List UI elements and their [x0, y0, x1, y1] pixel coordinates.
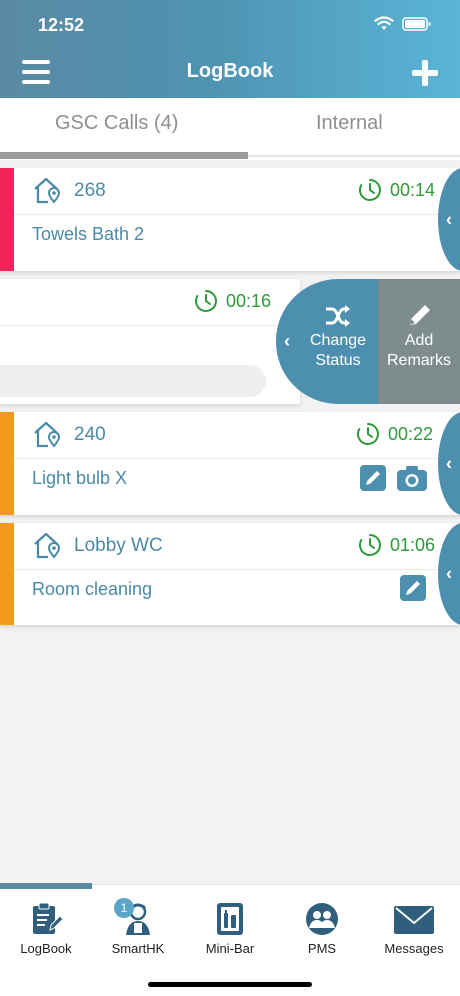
clock-icon	[358, 534, 381, 556]
shuffle-icon	[326, 305, 350, 327]
priority-stripe	[0, 523, 14, 625]
call-card[interactable]: 240 00:22 Light bulb X ‹	[0, 412, 460, 515]
elapsed-time: 00:16	[226, 291, 272, 311]
status-time: 12:52	[38, 15, 85, 35]
swipe-actions-panel: ‹ Change Status Add Remarks	[276, 279, 460, 404]
chevron-left-icon: ‹	[446, 453, 452, 473]
swipe-handle[interactable]: ‹	[438, 168, 460, 271]
tab-track	[248, 155, 460, 157]
elapsed-time: 00:14	[390, 180, 436, 200]
change-status-label: Change Status	[309, 332, 367, 369]
minibar-icon	[217, 903, 243, 935]
nav-item-logbook[interactable]: LogBook	[0, 901, 92, 956]
room-name: Lobby WC	[74, 535, 163, 556]
camera-icon[interactable]	[396, 464, 428, 492]
call-card-swiped[interactable]: 00:16 ‹ Change Status Add Remarks	[0, 279, 460, 404]
nav-item-messages[interactable]: Messages	[368, 901, 460, 956]
pencil-icon	[409, 305, 430, 325]
notification-badge: 1	[114, 898, 134, 918]
divider	[14, 458, 460, 459]
call-card[interactable]: 00:16	[0, 279, 300, 404]
room-number: 268	[74, 180, 106, 201]
house-location-icon	[34, 421, 61, 448]
nav-label: Messages	[384, 941, 444, 956]
chevron-left-icon[interactable]: ‹	[284, 331, 290, 352]
priority-stripe	[0, 412, 14, 515]
users-group-icon	[306, 903, 338, 935]
nav-item-smarthk[interactable]: 1 SmartHK	[92, 898, 184, 956]
clock-icon	[194, 290, 217, 312]
app-header: 12:52 LogBook	[0, 0, 460, 98]
nav-label: SmartHK	[111, 941, 165, 956]
elapsed-time: 00:22	[388, 424, 434, 444]
house-location-icon	[34, 532, 61, 559]
call-card[interactable]: Lobby WC 01:06 Room cleaning ‹	[0, 523, 460, 625]
add-remarks-button[interactable]: Add Remarks	[378, 279, 460, 404]
change-status-button[interactable]: Change Status	[298, 279, 378, 404]
tab-bar: GSC Calls (4) Internal	[0, 98, 460, 160]
call-card[interactable]: 268 00:14 Towels Bath 2 ‹	[0, 168, 460, 271]
nav-label: LogBook	[20, 941, 72, 956]
status-bar: 12:52	[0, 0, 460, 48]
nav-active-indicator	[0, 883, 92, 889]
divider	[0, 325, 300, 326]
pencil-icon	[406, 581, 420, 595]
divider	[14, 569, 460, 570]
edit-button[interactable]	[360, 465, 386, 491]
nav-item-minibar[interactable]: Mini-Bar	[184, 901, 276, 956]
nav-label: Mini-Bar	[205, 941, 255, 956]
wifi-icon	[374, 16, 394, 30]
tab-gsc-calls[interactable]: GSC Calls (4)	[55, 112, 178, 135]
chevron-left-icon: ‹	[446, 209, 452, 229]
battery-icon	[402, 17, 431, 31]
swipe-handle[interactable]: ‹	[438, 412, 460, 515]
tab-internal[interactable]: Internal	[316, 112, 383, 135]
status-icons	[374, 16, 432, 32]
pencil-icon	[366, 471, 380, 485]
nav-label: PMS	[307, 941, 337, 956]
edit-button[interactable]	[400, 575, 426, 601]
clipboard-pen-icon	[33, 902, 64, 934]
call-description: Light bulb X	[32, 468, 128, 488]
envelope-icon	[394, 906, 434, 934]
home-indicator[interactable]	[148, 982, 312, 987]
room-number: 240	[74, 424, 106, 445]
nav-item-pms[interactable]: PMS	[276, 901, 368, 956]
house-location-icon	[34, 177, 61, 204]
tab-indicator	[0, 152, 248, 159]
call-description: Towels Bath 2	[32, 224, 145, 244]
remarks-field[interactable]	[0, 365, 266, 397]
page-title: LogBook	[186, 60, 274, 82]
clock-icon	[358, 179, 381, 201]
priority-stripe	[0, 168, 14, 271]
elapsed-time: 01:06	[390, 535, 436, 555]
call-description: Room cleaning	[32, 579, 153, 599]
add-remarks-label: Add Remarks	[386, 332, 451, 369]
chevron-left-icon: ‹	[446, 563, 452, 584]
divider	[14, 214, 460, 215]
clock-icon	[356, 423, 379, 445]
swipe-handle[interactable]: ‹	[438, 523, 460, 625]
add-icon[interactable]	[412, 60, 438, 86]
bottom-nav: LogBook 1 SmartHK Mini-Bar PMS Messages	[0, 883, 460, 996]
